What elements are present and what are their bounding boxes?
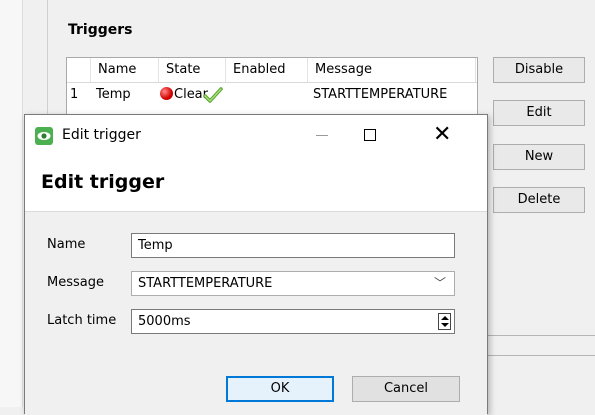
latch-time-value: 5000ms bbox=[138, 314, 191, 329]
name-input[interactable]: Temp bbox=[131, 233, 455, 258]
cancel-button[interactable]: Cancel bbox=[352, 376, 460, 402]
enabled-check-icon bbox=[203, 87, 223, 104]
close-icon[interactable]: ✕ bbox=[433, 121, 451, 149]
table-row[interactable]: 1 Temp Clear STARTTEMPERATURE bbox=[67, 83, 477, 107]
row-name: Temp bbox=[96, 87, 131, 102]
column-header-enabled[interactable]: Enabled bbox=[233, 62, 286, 77]
ok-button[interactable]: OK bbox=[226, 376, 334, 402]
column-header-message[interactable]: Message bbox=[315, 62, 372, 77]
edit-button[interactable]: Edit bbox=[493, 100, 585, 126]
dialog-footer: OK Cancel bbox=[25, 362, 487, 415]
dialog-heading: Edit trigger bbox=[41, 171, 165, 193]
dialog-form: Name Temp Message STARTTEMPERATURE ﹀ Lat… bbox=[25, 211, 487, 363]
divider bbox=[487, 355, 595, 356]
spin-buttons-icon[interactable] bbox=[438, 313, 451, 330]
divider bbox=[487, 335, 595, 336]
state-alarm-icon bbox=[160, 87, 173, 100]
column-header-name[interactable]: Name bbox=[98, 62, 136, 77]
row-message: STARTTEMPERATURE bbox=[313, 87, 448, 102]
edit-trigger-dialog: Edit trigger ✕ Edit trigger Name Temp Me… bbox=[24, 114, 488, 415]
table-header: Name State Enabled Message bbox=[67, 58, 477, 83]
left-panel-strip bbox=[0, 0, 48, 407]
dialog-titlebar[interactable]: Edit trigger ✕ bbox=[25, 115, 487, 157]
delete-button[interactable]: Delete bbox=[493, 187, 585, 213]
triggers-section-title: Triggers bbox=[68, 22, 133, 38]
latch-time-stepper[interactable]: 5000ms bbox=[131, 309, 455, 334]
disable-button[interactable]: Disable bbox=[493, 57, 585, 83]
column-header-state[interactable]: State bbox=[166, 62, 200, 77]
name-input-value: Temp bbox=[138, 238, 173, 253]
new-button[interactable]: New bbox=[493, 144, 585, 170]
message-select-value: STARTTEMPERATURE bbox=[138, 276, 273, 291]
latch-time-label: Latch time bbox=[47, 313, 117, 328]
minimize-icon[interactable] bbox=[316, 135, 328, 136]
triggers-table: Name State Enabled Message 1 Temp Clear … bbox=[66, 57, 478, 121]
row-index: 1 bbox=[70, 87, 79, 102]
dialog-window-title: Edit trigger bbox=[62, 127, 141, 143]
maximize-icon[interactable] bbox=[364, 129, 376, 141]
eye-app-icon bbox=[35, 127, 53, 145]
name-label: Name bbox=[47, 237, 86, 252]
chevron-down-icon[interactable]: ﹀ bbox=[434, 272, 446, 295]
message-select[interactable]: STARTTEMPERATURE ﹀ bbox=[131, 271, 455, 296]
message-label: Message bbox=[47, 275, 104, 290]
